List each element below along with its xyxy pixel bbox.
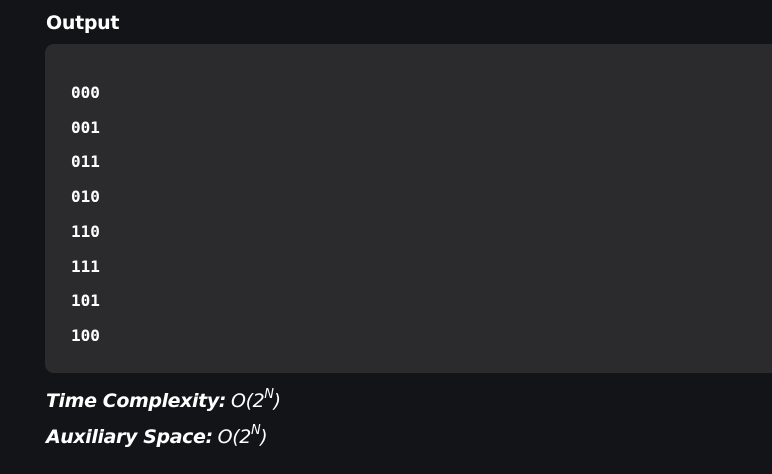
output-heading: Output (46, 12, 120, 34)
time-complexity-exponent: N (264, 387, 274, 402)
output-lines: 000 001 011 010 110 111 101 100 (71, 76, 100, 354)
time-complexity: Time Complexity: O(2N) (46, 387, 281, 412)
output-panel: 000 001 011 010 110 111 101 100 (45, 44, 772, 373)
auxiliary-space-value: O(2N) (217, 423, 268, 448)
output-line: 010 (71, 187, 100, 207)
time-complexity-prefix: O(2 (231, 390, 265, 412)
auxiliary-space-prefix: O(2 (217, 426, 252, 448)
output-line: 011 (71, 152, 100, 172)
output-line: 000 (71, 83, 100, 102)
time-complexity-value: O(2N) (231, 387, 281, 412)
time-complexity-suffix: ) (273, 390, 281, 412)
output-line: 111 (71, 256, 100, 276)
output-line: 001 (71, 117, 100, 137)
auxiliary-space: Auxiliary Space: O(2N) (46, 423, 268, 448)
output-line: 100 (71, 325, 100, 345)
output-line: 101 (71, 291, 100, 311)
auxiliary-space-exponent: N (250, 423, 261, 438)
auxiliary-space-suffix: ) (260, 426, 268, 448)
auxiliary-space-label: Auxiliary Space: (46, 426, 213, 448)
time-complexity-label: Time Complexity: (46, 390, 227, 412)
output-line: 110 (71, 221, 100, 241)
